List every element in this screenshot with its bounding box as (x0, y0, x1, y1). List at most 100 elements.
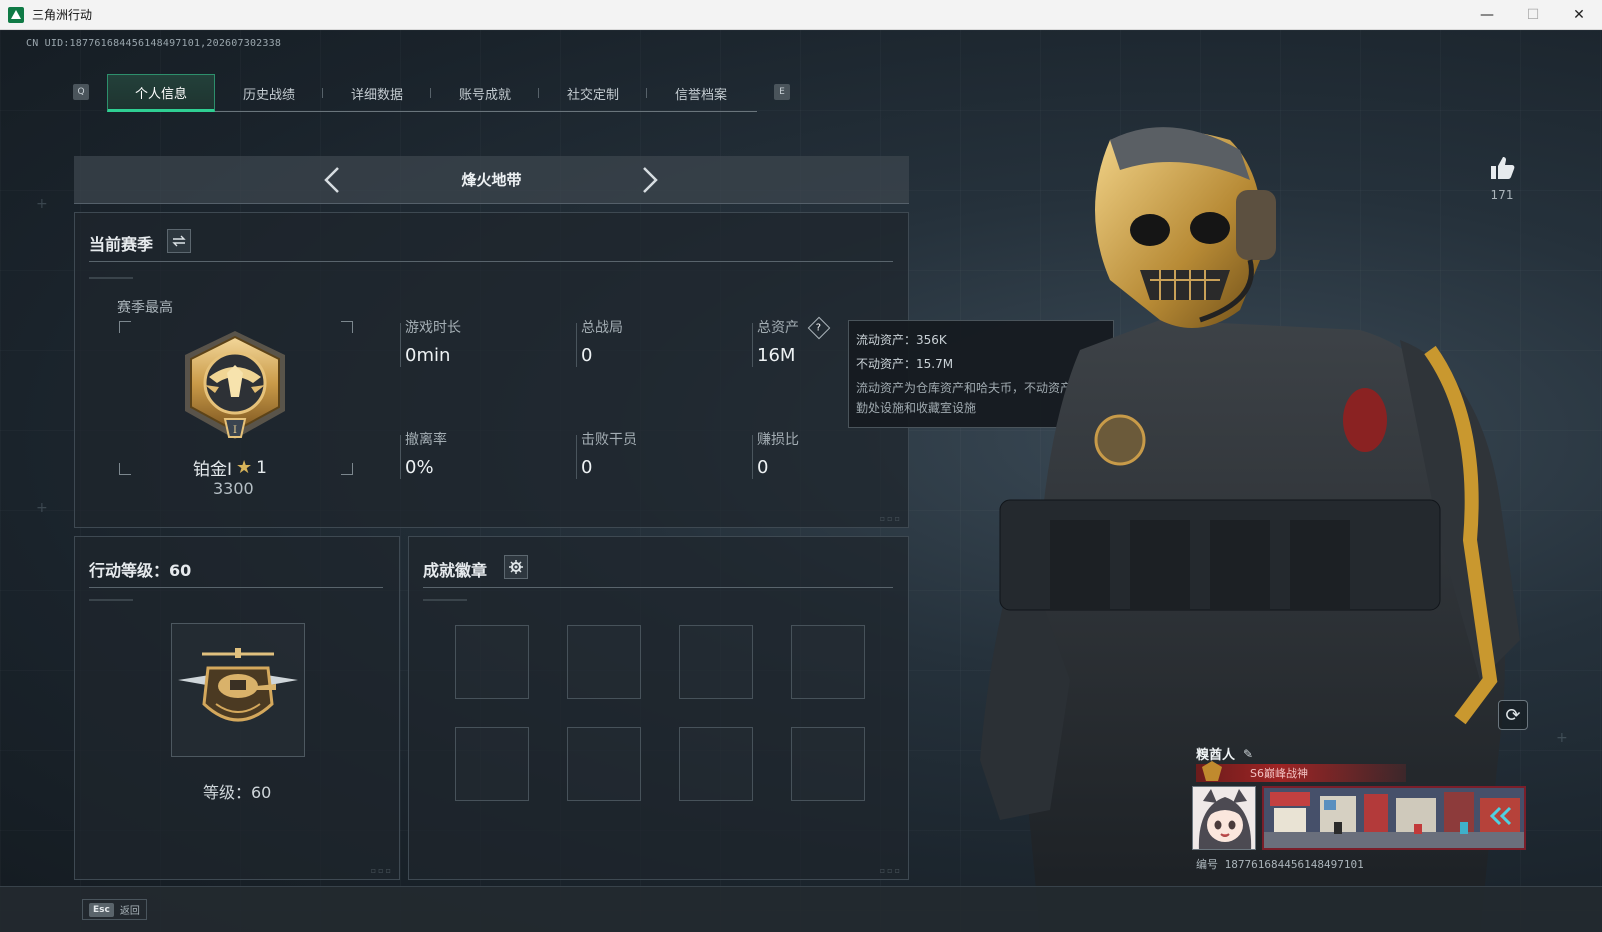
badge-slot[interactable] (791, 625, 865, 699)
stat-label-text: 总资产 (757, 320, 799, 336)
panel-subdivider (423, 599, 467, 601)
panel-divider (89, 261, 893, 262)
panel-subdivider (89, 277, 133, 279)
panel-divider (423, 587, 893, 588)
maximize-button[interactable]: ☐ (1510, 0, 1556, 30)
close-button[interactable]: ✕ (1556, 0, 1602, 30)
stat-profit-loss-ratio: 赚损比 0 (752, 429, 799, 479)
pixel-art-banner (1262, 786, 1526, 850)
tab-bar: 个人信息 历史战绩 详细数据 账号成就 社交定制 信誉档案 (107, 74, 757, 112)
rank-label: 铂金I (193, 460, 233, 480)
level-panel: 行动等级：60 等级：60 ▫▫▫ (74, 536, 400, 880)
stat-label: 撤离率 (405, 432, 447, 448)
mode-selector: 烽火地带 (74, 156, 909, 204)
frame-corner (119, 463, 131, 475)
platinum-rank-emblem-icon: I (185, 331, 285, 439)
helicopter-level-emblem-icon (178, 648, 298, 722)
frame-corner (341, 321, 353, 333)
player-name: 糗酋人 (1196, 748, 1236, 763)
window-title: 三角洲行动 (32, 8, 93, 22)
title-emblem-icon (1202, 761, 1222, 781)
season-title: 当前赛季 (89, 235, 154, 254)
stat-label: 总资产 ? (757, 316, 831, 340)
esc-key: Esc (89, 902, 114, 917)
star-icon: ★ (236, 457, 253, 478)
stat-extraction-rate: 撤离率 0% (400, 429, 447, 479)
bottom-bar: Esc 返回 (0, 886, 1602, 932)
back-label: 返回 (119, 906, 140, 917)
tab-detailed-data[interactable]: 详细数据 (323, 74, 431, 112)
rank-stars: 1 (256, 457, 267, 478)
tab-personal-info[interactable]: 个人信息 (107, 74, 215, 112)
stat-operators-defeated: 击败干员 0 (576, 429, 637, 479)
anime-girl-avatar-icon (1193, 787, 1255, 849)
frame-corner (341, 463, 353, 475)
stat-label: 游戏时长 (405, 320, 461, 336)
help-icon[interactable]: ? (808, 316, 831, 340)
decor-cross-icon: + (36, 196, 48, 212)
badge-slot[interactable] (679, 625, 753, 699)
minimize-button[interactable]: — (1464, 0, 1510, 30)
panel-corner-dots: ▫▫▫ (370, 866, 393, 875)
stat-total-assets: 总资产 ? 16M (751, 316, 831, 367)
achievements-title: 成就徽章 (423, 561, 488, 580)
uid-line: CN UID:18776168445614849​7101,2026073023… (26, 38, 282, 49)
swap-icon[interactable] (167, 229, 191, 253)
panel-subdivider (89, 599, 133, 601)
tab-history[interactable]: 历史战绩 (215, 74, 323, 112)
pixel-scene-banner-icon (1264, 788, 1524, 848)
avatar[interactable] (1192, 786, 1256, 850)
chevron-left-icon[interactable] (318, 166, 346, 194)
stat-value: 0% (405, 457, 434, 478)
frame-corner (119, 321, 131, 333)
rank-score: 3300 (213, 479, 254, 498)
window-titlebar: 三角洲行动 — ☐ ✕ (0, 0, 1602, 30)
level-title: 行动等级：60 (89, 561, 192, 580)
badge-slot[interactable] (679, 727, 753, 801)
badge-slot[interactable] (455, 727, 529, 801)
panel-corner-dots: ▫▫▫ (879, 514, 902, 523)
badge-slot[interactable] (791, 727, 865, 801)
stat-play-time: 游戏时长 0min (400, 317, 461, 367)
prev-tab-key[interactable]: Q (73, 84, 89, 100)
panel-divider (89, 587, 383, 588)
stat-value: 16M (757, 345, 796, 366)
stat-value: 0 (757, 457, 769, 478)
mode-title: 烽火地带 (461, 171, 522, 189)
svg-text:I: I (233, 425, 237, 436)
like-count: 171 (1490, 188, 1514, 202)
player-title: S6巅峰战神 (1250, 767, 1308, 780)
app-logo-icon (8, 6, 24, 23)
player-id: 编号 18776168445614849​7101 (1196, 858, 1364, 871)
tab-credit-record[interactable]: 信誉档案 (647, 74, 755, 112)
edit-pencil-icon[interactable]: ✎ (1243, 747, 1253, 761)
badge-slot[interactable] (567, 727, 641, 801)
tab-social-custom[interactable]: 社交定制 (539, 74, 647, 112)
gear-icon[interactable] (504, 555, 528, 579)
thumbs-up-icon[interactable] (1489, 156, 1515, 180)
badge-slot[interactable] (567, 625, 641, 699)
panel-corner-dots: ▫▫▫ (879, 866, 902, 875)
rank-name: 铂金I ★ 1 (193, 455, 267, 480)
stat-value: 0 (581, 345, 593, 366)
badge-slot[interactable] (455, 625, 529, 699)
chevron-right-icon[interactable] (636, 166, 664, 194)
player-card[interactable]: 糗酋人 ✎ S6巅峰战神 (1192, 740, 1528, 890)
rotate-refresh-icon[interactable]: ⟳ (1498, 700, 1528, 730)
achievements-panel: 成就徽章 ▫▫▫ (408, 536, 909, 880)
season-panel: 当前赛季 赛季最高 I 铂金I ★ 1 3300 游戏时长 0min 总战局 0… (74, 212, 909, 528)
stat-value: 0min (405, 345, 451, 366)
game-stage: CN UID:18776168445614849​7101,2026073023… (0, 30, 1602, 932)
window-controls: — ☐ ✕ (1464, 0, 1602, 30)
stat-label: 击败干员 (581, 432, 637, 448)
player-name-row: 糗酋人 ✎ (1196, 744, 1253, 764)
back-button[interactable]: Esc 返回 (82, 899, 147, 920)
player-title-banner: S6巅峰战神 (1196, 761, 1406, 782)
stat-value: 0 (581, 457, 593, 478)
like-widget[interactable]: 171 (1482, 156, 1522, 202)
next-tab-key[interactable]: E (774, 84, 790, 100)
tab-account-achievements[interactable]: 账号成就 (431, 74, 539, 112)
level-caption: 等级：60 (203, 783, 272, 802)
stat-label: 总战局 (581, 320, 623, 336)
season-best-label: 赛季最高 (117, 300, 173, 316)
